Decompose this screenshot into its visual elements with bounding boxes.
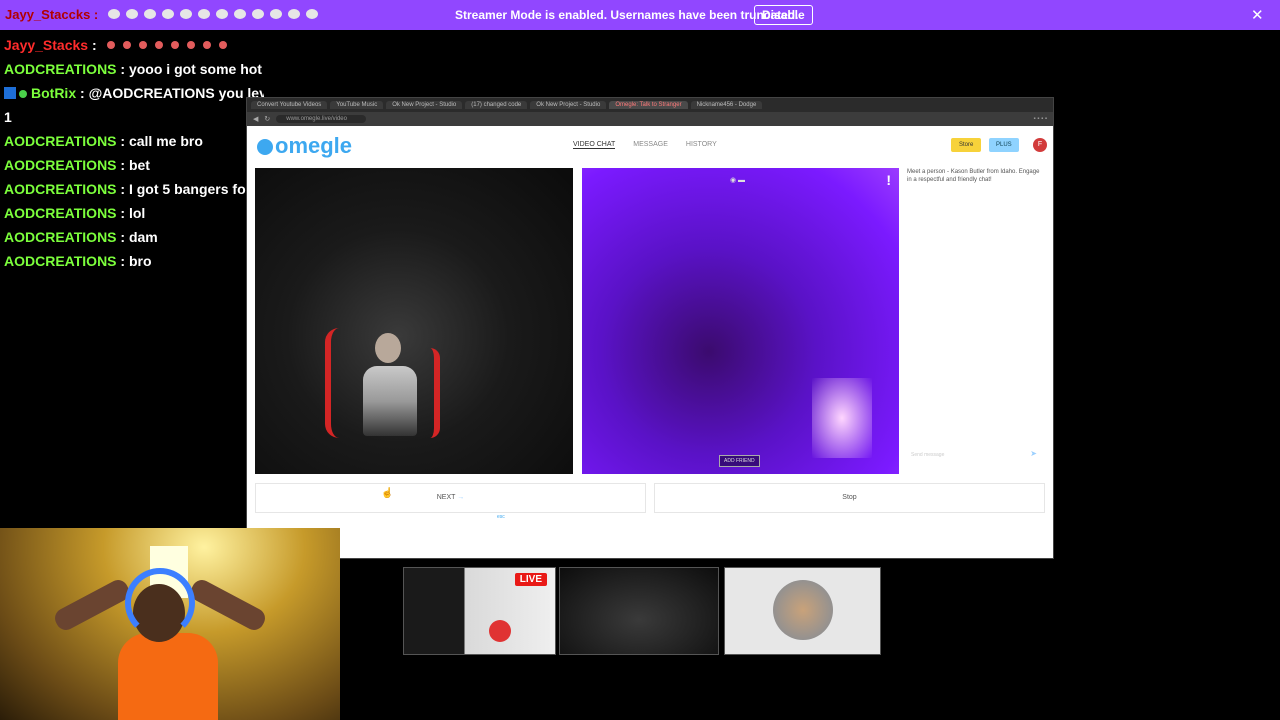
browser-tab[interactable]: (17) changed code [465,101,528,109]
disable-button[interactable]: Disable [754,5,813,25]
chat-line: AODCREATIONS : bet [4,153,264,177]
browser-tab[interactable]: YouTube Music [330,101,384,109]
pinned-chat-user: Jayy_Staccks : [5,7,318,22]
plus-button[interactable]: PLUS [989,138,1019,152]
chat-line: AODCREATIONS : bro [4,249,264,273]
chat-sidebar: Meet a person - Kason Butler from Idaho.… [907,168,1045,468]
chat-username[interactable]: AODCREATIONS [4,229,117,245]
chat-message: 1 [4,109,12,125]
close-icon[interactable]: ✕ [1251,6,1264,24]
extensions-icon[interactable]: ▪ ▪ ▪ ▪ [1033,116,1047,122]
gaming-chair [325,328,355,438]
browser-tab-bar: Convert Youtube Videos YouTube Music Ok … [247,98,1053,112]
avatar[interactable]: F [1033,138,1047,152]
chat-username[interactable]: AODCREATIONS [4,253,117,269]
chat-username[interactable]: AODCREATIONS [4,181,117,197]
browser-tab[interactable]: Convert Youtube Videos [251,101,328,109]
chat-line: AODCREATIONS : call me bro [4,129,264,153]
chat-message: : call me bro [116,133,203,149]
chat-message: : lol [116,205,146,221]
streamer-webcam [0,528,340,720]
stranger-video: ◉ ▬ ! ADD FRIEND [582,168,899,474]
chat-line: 1 [4,105,264,129]
live-badge: LIVE [514,573,547,586]
add-friend-button[interactable]: ADD FRIEND [719,455,760,467]
store-button[interactable]: Store [951,138,982,152]
chat-username[interactable]: AODCREATIONS [4,133,117,149]
chat-line: AODCREATIONS : lol [4,201,264,225]
chat-message: : I got 5 bangers for u [116,181,264,197]
address-bar: ◀ ↻ www.omegle.live/video ▪ ▪ ▪ ▪ [247,112,1053,126]
stream-thumbnail[interactable] [559,567,719,655]
meet-message: Meet a person - Kason Butler from Idaho.… [907,169,1040,183]
headphones-icon [125,568,195,638]
chat-bubble-icon [257,139,273,155]
thumbnail-person [489,620,511,642]
esc-hint: esc [497,514,505,520]
stream-overlay: Jayy_Staccks : Streamer Mode is enabled.… [0,0,1280,720]
streamer-arm [51,576,133,634]
message-input[interactable]: Send message [911,452,1039,458]
tab-history[interactable]: HISTORY [686,141,717,149]
omegle-header: omegle VIDEO CHAT MESSAGE HISTORY Store … [247,126,1053,166]
mouse-cursor-icon: ☝ [381,488,394,499]
browser-tab[interactable]: Nickname456 - Dodge [690,101,763,109]
stream-thumbnail[interactable]: LIVE [403,567,556,655]
omegle-nav: VIDEO CHAT MESSAGE HISTORY [573,141,717,149]
stream-thumbnail[interactable] [724,567,881,655]
back-icon[interactable]: ◀ [253,115,258,123]
chat-username[interactable]: AODCREATIONS [4,61,117,77]
omegle-logo[interactable]: omegle [257,133,352,159]
chat-message: : yooo i got some hot shit [120,61,264,77]
tab-message[interactable]: MESSAGE [633,141,668,149]
chat-line: AODCREATIONS : yooo i got some hot shit [4,57,264,81]
send-icon[interactable]: ➤ [1030,449,1037,458]
chat-log: Jayy_Stacks : AODCREATIONS : yooo i got … [4,33,264,273]
reload-icon[interactable]: ↻ [264,115,270,123]
next-button[interactable]: NEXT → [255,483,646,513]
report-icon[interactable]: ! [886,172,891,188]
emote-row [107,9,318,19]
banner-message: Streamer Mode is enabled. Usernames have… [455,8,799,22]
chat-message: : bro [116,253,152,269]
chat-line: Jayy_Stacks : [4,33,264,57]
browser-tab-active[interactable]: Omegle: Talk to Stranger [609,101,688,109]
chat-username[interactable]: BotRix [31,85,76,101]
chat-username[interactable]: AODCREATIONS [4,205,117,221]
chat-message: : @AODCREATIONS you leveled up to Level [80,85,264,101]
local-video [255,168,573,474]
chat-line: BotRix : @AODCREATIONS you leveled up to… [4,81,264,105]
streamer-arm [187,576,269,634]
browser-window: Convert Youtube Videos YouTube Music Ok … [246,97,1054,559]
chat-line: AODCREATIONS : I got 5 bangers for u [4,177,264,201]
chat-line: AODCREATIONS : dam [4,225,264,249]
verified-badge-icon [19,90,27,98]
bot-badge-icon [4,87,16,99]
chat-username[interactable]: AODCREATIONS [4,157,117,173]
tab-video-chat[interactable]: VIDEO CHAT [573,141,616,149]
camera-icon[interactable]: ◉ ▬ [730,176,745,184]
stop-button[interactable]: Stop [654,483,1045,513]
chat-message: : bet [116,157,150,173]
gaming-chair-side [420,348,440,438]
chat-username[interactable]: Jayy_Stacks [4,37,88,53]
person-body [363,366,417,436]
profile-avatar [773,580,833,640]
streamer-mode-banner: Jayy_Staccks : Streamer Mode is enabled.… [0,0,1280,30]
chat-message: : dam [116,229,158,245]
url-field[interactable]: www.omegle.live/video [276,115,367,123]
person-head [375,333,401,363]
browser-tab[interactable]: Ok New Project - Studio [530,101,607,109]
browser-tab[interactable]: Ok New Project - Studio [386,101,463,109]
streamer-body [118,633,218,720]
emote-row [106,41,227,49]
light-glow [812,378,872,458]
